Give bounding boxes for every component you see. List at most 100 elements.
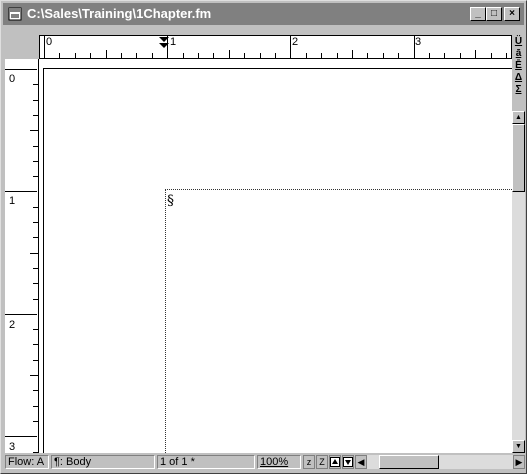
page-status-field[interactable]: 1 of 1 *: [157, 455, 255, 469]
table-catalog-button[interactable]: Ē: [513, 60, 524, 71]
status-bar: Flow: A ¶: Body 1 of 1 * 100% z Z ◀ ▶: [5, 453, 525, 471]
h-ruler-tick: [182, 53, 184, 58]
h-ruler-label-0: 0: [46, 36, 53, 48]
h-ruler-tick: [244, 53, 246, 58]
end-of-flow-symbol[interactable]: §: [167, 193, 174, 209]
scroll-right-arrow-icon[interactable]: ▶: [513, 455, 525, 469]
v-ruler-tick: [33, 237, 38, 239]
h-ruler-label-3: 3: [415, 36, 422, 48]
v-ruler-tick: [30, 252, 38, 254]
h-ruler-tick: [59, 53, 61, 58]
h-ruler-tick: [151, 53, 153, 58]
v-ruler-tick: [30, 130, 38, 132]
v-ruler-tick: [33, 206, 38, 208]
scroll-down-arrow-icon[interactable]: ▼: [512, 440, 525, 453]
v-ruler-tick: [5, 313, 37, 315]
vertical-scrollbar[interactable]: ▲ ▼: [512, 111, 525, 453]
v-ruler-label-2: 2: [9, 319, 16, 331]
v-ruler-tick: [33, 283, 38, 285]
v-ruler-tick: [33, 329, 38, 331]
h-ruler-tick: [475, 50, 477, 58]
h-ruler-tick: [367, 53, 369, 58]
h-ruler-tick: [305, 53, 307, 58]
v-ruler-tick: [33, 420, 38, 422]
v-ruler-tick: [33, 344, 38, 346]
framemaker-doc-icon[interactable]: [7, 6, 23, 22]
v-ruler-label-1: 1: [9, 195, 16, 207]
previous-page-button[interactable]: [329, 455, 341, 469]
character-catalog-button[interactable]: ā: [513, 48, 524, 59]
title-bar[interactable]: C:\Sales\Training\1Chapter.fm _ □ ×: [3, 3, 524, 25]
h-ruler-tick: [136, 53, 138, 58]
scroll-up-arrow-icon[interactable]: ▲: [512, 111, 525, 124]
h-ruler-tick: [444, 53, 446, 58]
h-ruler-tick: [429, 53, 430, 58]
horizontal-scroll-thumb[interactable]: [379, 455, 439, 469]
h-ruler-tick: [398, 53, 400, 58]
document-window: C:\Sales\Training\1Chapter.fm _ □ × 0 1 …: [0, 0, 527, 474]
maximize-button[interactable]: □: [486, 7, 502, 21]
zoom-in-button[interactable]: Z: [316, 455, 328, 469]
page-boundary-top: [43, 68, 512, 69]
h-ruler-label-2: 2: [292, 36, 299, 48]
v-ruler-tick: [5, 69, 37, 70]
window-title: C:\Sales\Training\1Chapter.fm: [27, 6, 212, 21]
h-ruler-tick: [275, 53, 276, 58]
paragraph-catalog-button[interactable]: Ü: [513, 36, 524, 47]
next-page-button[interactable]: [342, 455, 354, 469]
ruler-corner: [5, 35, 39, 59]
v-ruler-tick: [33, 145, 38, 147]
paragraph-tag-field[interactable]: ¶: Body: [51, 455, 155, 469]
h-ruler-tick: [121, 53, 122, 58]
right-tool-strip: Ü ā Ē Δ Σ: [512, 35, 525, 111]
v-ruler-tick: [33, 84, 38, 86]
h-ruler-tick: [259, 53, 261, 58]
zoom-field[interactable]: 100%: [257, 455, 301, 469]
h-ruler-tick: [490, 53, 492, 58]
graphics-tools-button[interactable]: Δ: [513, 72, 524, 83]
h-ruler-tick: [321, 53, 323, 58]
vertical-scroll-thumb[interactable]: [512, 124, 525, 192]
v-ruler-tick: [33, 99, 38, 101]
horizontal-ruler[interactable]: 0 1 2 3: [39, 35, 512, 59]
document-page-area[interactable]: §: [39, 59, 512, 453]
page-down-icon: [343, 457, 353, 467]
horizontal-scrollbar[interactable]: ▶: [367, 455, 525, 469]
h-ruler-tick: [198, 53, 199, 58]
v-ruler-tick: [33, 222, 38, 223]
v-ruler-tick: [30, 375, 38, 376]
text-frame-border-top: [165, 189, 512, 190]
zoom-out-button[interactable]: z: [303, 455, 315, 469]
scroll-left-arrow-icon[interactable]: ◀: [355, 455, 367, 469]
v-ruler-tick: [33, 390, 38, 392]
h-ruler-tick: [213, 53, 215, 58]
equations-button[interactable]: Σ: [513, 84, 524, 95]
minimize-button[interactable]: _: [470, 7, 486, 21]
h-ruler-tick: [459, 53, 461, 58]
v-ruler-tick: [5, 191, 37, 193]
v-ruler-label-0: 0: [9, 73, 16, 85]
close-button[interactable]: ×: [504, 7, 520, 21]
v-ruler-tick: [33, 176, 38, 178]
h-ruler-tick: [44, 36, 45, 58]
v-ruler-tick: [33, 267, 38, 269]
h-ruler-tick: [506, 53, 507, 58]
left-indent-marker-icon[interactable]: [158, 36, 172, 50]
h-ruler-tick: [105, 50, 107, 58]
h-ruler-tick: [352, 50, 353, 58]
h-ruler-tick: [382, 53, 384, 58]
page-up-icon: [330, 457, 340, 467]
v-ruler-tick: [33, 359, 38, 361]
h-ruler-tick: [290, 36, 292, 58]
h-ruler-tick: [74, 53, 76, 58]
h-ruler-tick: [336, 53, 338, 58]
page-boundary-left: [43, 68, 44, 453]
v-ruler-tick: [33, 405, 38, 407]
h-ruler-tick: [90, 53, 92, 58]
h-ruler-tick: [413, 36, 415, 58]
vertical-ruler[interactable]: 0 1 2 3: [5, 59, 39, 453]
h-ruler-tick: [228, 50, 230, 58]
flow-tag-field: Flow: A: [5, 455, 49, 469]
v-ruler-label-3: 3: [9, 441, 16, 453]
text-frame-border-left: [165, 189, 166, 453]
